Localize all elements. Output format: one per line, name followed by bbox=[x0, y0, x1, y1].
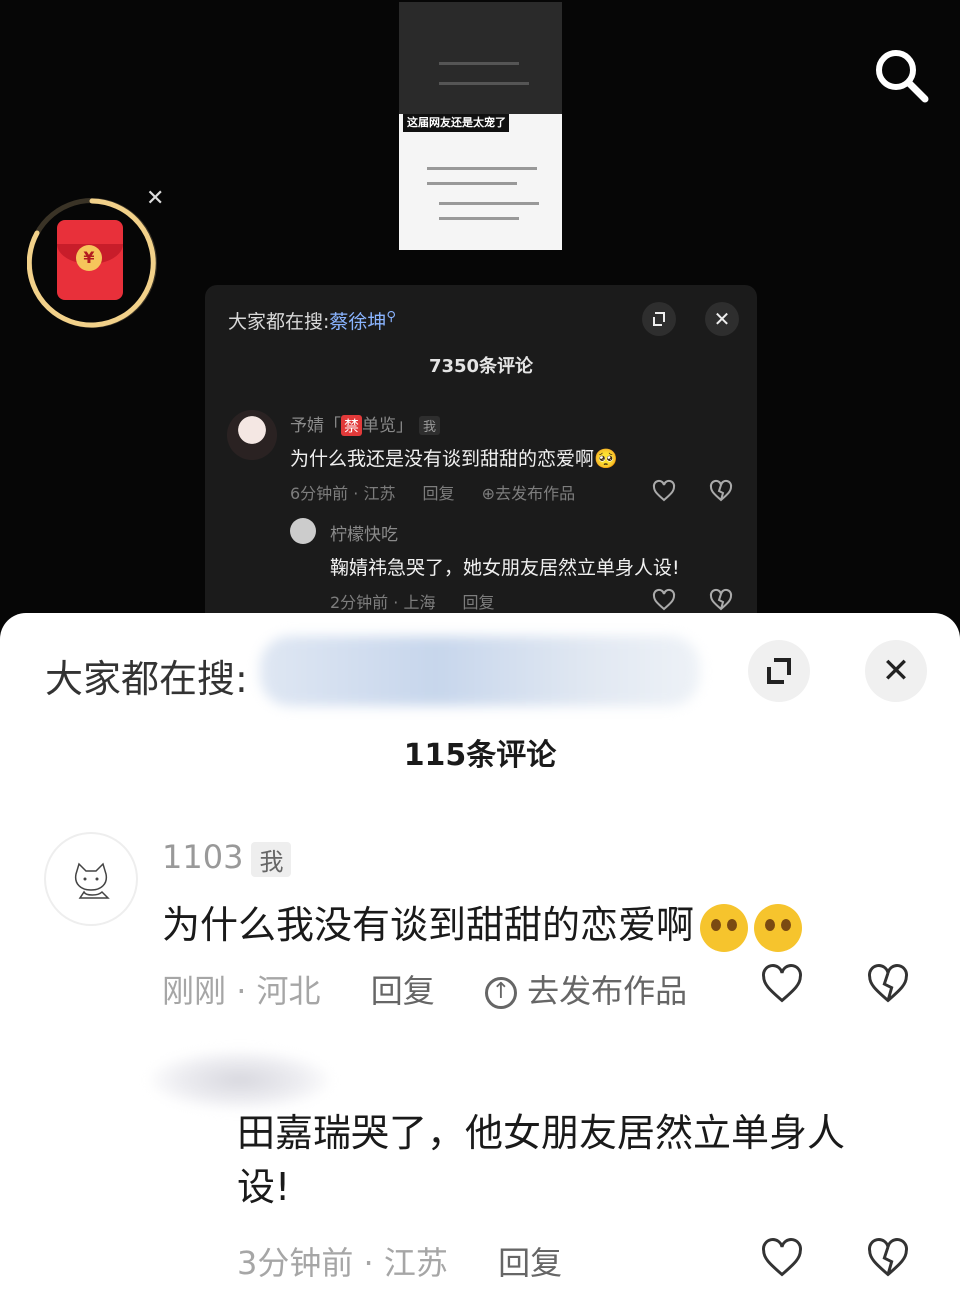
close-button[interactable]: ✕ bbox=[705, 302, 739, 336]
close-button[interactable]: ✕ bbox=[865, 640, 927, 702]
thumbnail-line bbox=[439, 62, 519, 65]
comment-text: 为什么我还是没有谈到甜甜的恋爱啊🥺 bbox=[290, 448, 618, 470]
pleading-face-emoji-icon bbox=[754, 903, 803, 952]
yuan-icon: ¥ bbox=[76, 245, 102, 271]
thumbnail-banner: 这届网友还是太宠了 bbox=[403, 114, 509, 132]
thumbnail-line bbox=[439, 82, 529, 85]
thumbnail-line bbox=[439, 202, 539, 205]
ban-badge: 禁 bbox=[341, 415, 363, 436]
avatar[interactable] bbox=[227, 410, 277, 460]
close-icon: ✕ bbox=[881, 651, 911, 691]
reply-meta: 3分钟前 · 江苏 回复 bbox=[237, 1244, 563, 1282]
dislike-heart-icon[interactable] bbox=[866, 1236, 910, 1280]
trending-search[interactable]: 大家都在搜:蔡徐坤⚲ bbox=[228, 307, 396, 334]
comment-meta: 6分钟前 · 江苏 回复 ⊕去发布作品 bbox=[290, 480, 575, 504]
reply-time: 3分钟前 bbox=[237, 1244, 354, 1282]
like-heart-icon[interactable] bbox=[652, 588, 676, 612]
comment-username[interactable]: 予婧「禁单览」我 bbox=[290, 411, 441, 436]
avatar[interactable] bbox=[44, 832, 138, 926]
like-heart-icon[interactable] bbox=[760, 962, 804, 1006]
reply-text: 鞠婧祎急哭了，她女朋友居然立单身人设! bbox=[330, 557, 680, 579]
comment-meta: 刚刚 · 河北 回复 ↑ 去发布作品 bbox=[162, 972, 688, 1010]
expand-button[interactable] bbox=[748, 640, 810, 702]
small-search-icon: ⚲ bbox=[386, 309, 396, 325]
dislike-heart-icon[interactable] bbox=[709, 588, 733, 612]
close-icon: ✕ bbox=[713, 307, 731, 331]
username-part: 予婧「 bbox=[290, 416, 341, 436]
reply-location: 江苏 bbox=[383, 1244, 448, 1282]
reply-button[interactable]: 回复 bbox=[423, 484, 455, 503]
expand-button[interactable] bbox=[642, 302, 676, 336]
comment-text: 为什么我没有谈到甜甜的恋爱啊 bbox=[162, 894, 803, 952]
trending-term[interactable]: 蔡徐坤 bbox=[329, 311, 386, 333]
reply-button[interactable]: 回复 bbox=[371, 972, 435, 1010]
username-part: 单览」 bbox=[362, 416, 414, 436]
comment-time: 刚刚 bbox=[162, 972, 227, 1010]
trending-label[interactable]: 大家都在搜: bbox=[45, 648, 248, 703]
comment-count: 7350条评论 bbox=[428, 356, 534, 377]
post-button[interactable]: ↑ 去发布作品 bbox=[484, 972, 688, 1010]
dislike-heart-icon[interactable] bbox=[709, 479, 733, 503]
expand-icon bbox=[653, 312, 665, 326]
thumbnail-line bbox=[439, 217, 519, 220]
thumbnail-line bbox=[427, 167, 537, 170]
thumbnail-dark-area bbox=[399, 2, 562, 114]
comment-username[interactable]: 1103 我 bbox=[162, 838, 292, 877]
dislike-heart-icon[interactable] bbox=[866, 962, 910, 1006]
screenshot-thumbnail: 这届网友还是太宠了 bbox=[399, 2, 562, 250]
username: 1103 bbox=[162, 838, 244, 876]
reply-text: 田嘉瑞哭了，他女朋友居然立单身人设! bbox=[237, 1111, 846, 1209]
post-label: 去发布作品 bbox=[527, 972, 688, 1010]
comment-text-body: 为什么我没有谈到甜甜的恋爱啊 bbox=[162, 903, 695, 947]
trending-label: 大家都在搜: bbox=[228, 311, 330, 333]
me-badge: 我 bbox=[419, 416, 441, 435]
like-heart-icon[interactable] bbox=[652, 479, 676, 503]
reply-meta: 2分钟前 · 上海 回复 bbox=[330, 589, 495, 613]
blurred-reply-user bbox=[150, 1050, 330, 1110]
pleading-face-emoji-icon bbox=[700, 903, 749, 952]
red-packet-close-icon[interactable]: ✕ bbox=[146, 186, 164, 211]
comment-time: 6分钟前 · 江苏 bbox=[290, 484, 396, 503]
thumbnail-line bbox=[427, 182, 517, 185]
search-icon[interactable] bbox=[872, 46, 930, 104]
expand-icon bbox=[767, 658, 791, 684]
like-heart-icon[interactable] bbox=[760, 1236, 804, 1280]
post-label: 去发布作品 bbox=[495, 484, 576, 503]
reply-button[interactable]: 回复 bbox=[463, 593, 495, 612]
upload-icon: ⊕ bbox=[481, 484, 496, 503]
reply-time: 2分钟前 · 上海 bbox=[330, 593, 436, 612]
reply-username[interactable]: 柠檬快吃 bbox=[330, 520, 398, 545]
upload-icon: ↑ bbox=[484, 977, 517, 1009]
comment-location: 河北 bbox=[256, 972, 321, 1010]
blurred-search-term bbox=[260, 636, 700, 706]
comment-count: 115条评论 bbox=[403, 738, 557, 773]
reply-button[interactable]: 回复 bbox=[498, 1244, 562, 1282]
me-badge: 我 bbox=[251, 841, 292, 877]
cat-sketch-icon bbox=[74, 862, 110, 899]
post-button[interactable]: ⊕去发布作品 bbox=[482, 484, 575, 503]
reply-avatar[interactable] bbox=[290, 518, 316, 544]
